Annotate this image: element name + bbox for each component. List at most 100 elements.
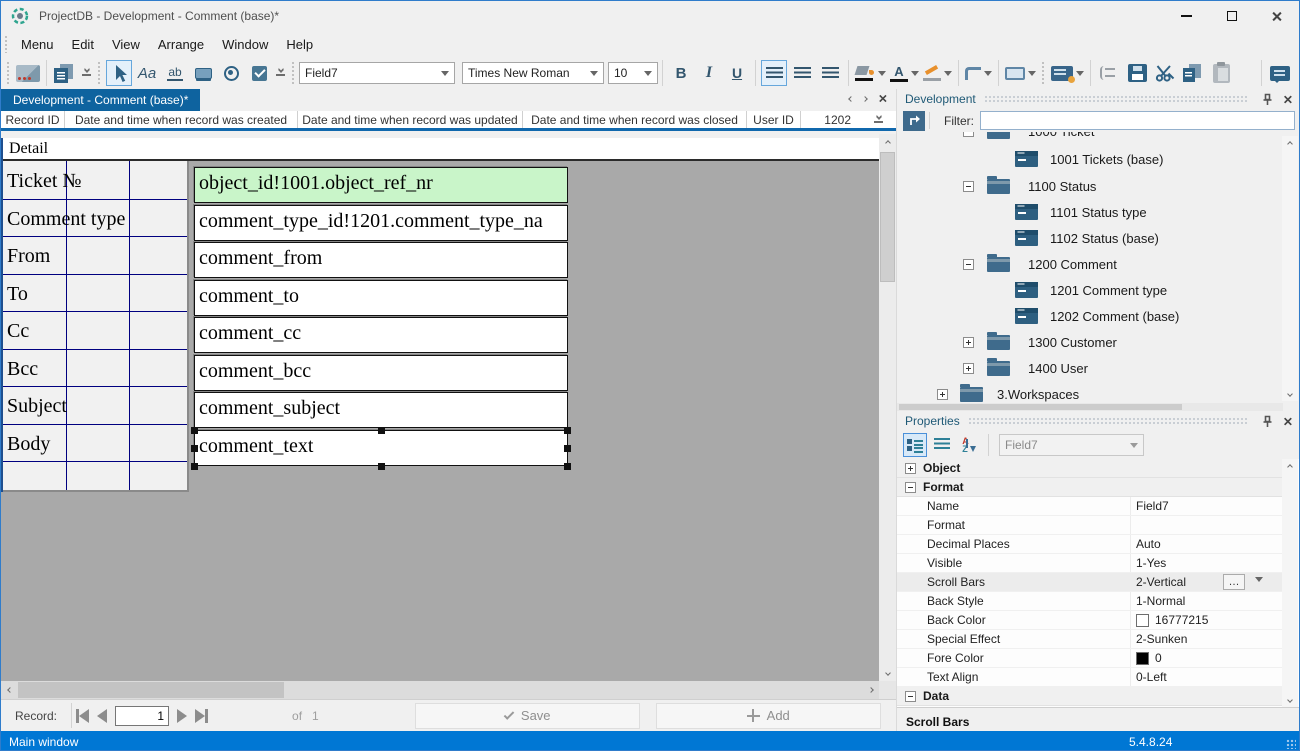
field-control selected-field[interactable]: comment_text	[194, 430, 568, 466]
expand-icon[interactable]	[963, 337, 974, 348]
font-family-combo[interactable]: Times New Roman	[462, 62, 604, 84]
last-record-button[interactable]	[195, 709, 208, 723]
field-label[interactable]: To	[7, 283, 28, 306]
tree-item-3-workspaces[interactable]: 3.Workspaces	[897, 381, 1283, 403]
design-section-header[interactable]: Detail	[3, 138, 879, 161]
collapse-icon[interactable]	[963, 259, 974, 270]
align-center-button[interactable]	[789, 60, 815, 86]
scroll-up-icon[interactable]	[879, 134, 896, 151]
toolbar-overflow-button[interactable]	[273, 70, 288, 76]
resize-grip[interactable]	[1286, 739, 1296, 749]
alphabetical-view-button[interactable]	[930, 433, 954, 457]
fill-color-button[interactable]	[854, 60, 887, 86]
scroll-down-icon[interactable]	[1282, 386, 1298, 401]
scroll-up-icon[interactable]	[1282, 459, 1298, 474]
border-style-button[interactable]	[964, 60, 993, 86]
menu-item-menu[interactable]: Menu	[12, 33, 63, 56]
column-header[interactable]: Date and time when record was created	[65, 111, 298, 128]
form-view-button[interactable]	[1050, 60, 1085, 86]
scrollbar-thumb[interactable]	[880, 152, 895, 282]
scrollbar-thumb[interactable]	[899, 404, 1182, 410]
bold-button[interactable]: B	[668, 60, 694, 86]
scroll-left-icon[interactable]	[1, 681, 18, 699]
categorized-view-button[interactable]	[903, 433, 927, 457]
save-button[interactable]	[1124, 60, 1150, 86]
toolbar-overflow-button[interactable]	[79, 70, 94, 76]
tab-scroll-right-icon[interactable]	[862, 96, 868, 102]
pin-button[interactable]	[1259, 91, 1275, 107]
menu-item-window[interactable]: Window	[213, 33, 277, 56]
selection-handle[interactable]	[378, 463, 385, 470]
copy-button[interactable]	[1180, 60, 1206, 86]
chevron-down-icon[interactable]	[1255, 577, 1263, 582]
collapse-icon[interactable]	[905, 482, 916, 493]
save-record-button[interactable]: Save	[415, 703, 640, 729]
design-horizontal-scrollbar[interactable]	[1, 681, 879, 699]
button-tool-button[interactable]	[190, 60, 216, 86]
maximize-button[interactable]	[1209, 1, 1254, 31]
properties-vertical-scrollbar[interactable]	[1282, 459, 1298, 707]
sort-az-button[interactable]: AZ	[957, 433, 981, 457]
next-record-button[interactable]	[177, 709, 187, 723]
underline-button[interactable]: U	[724, 60, 750, 86]
cut-button[interactable]	[1152, 60, 1178, 86]
minimize-button[interactable]	[1164, 1, 1209, 31]
font-color-button[interactable]: A	[889, 60, 920, 86]
font-size-combo[interactable]: 10	[608, 62, 658, 84]
field-label[interactable]: From	[7, 245, 50, 268]
collapse-icon[interactable]	[905, 691, 916, 702]
tree-item-1000-ticket[interactable]: 1000 Ticket	[897, 132, 1283, 144]
tree-item-1202-comment-base[interactable]: 1202 Comment (base)	[897, 303, 1283, 329]
field-control[interactable]: comment_bcc	[194, 355, 568, 391]
selection-handle[interactable]	[191, 463, 198, 470]
property-group-data[interactable]: Data	[897, 687, 1283, 706]
comments-panel-button[interactable]	[1267, 60, 1293, 86]
expand-icon[interactable]	[937, 389, 948, 400]
collapse-icon[interactable]	[963, 181, 974, 192]
field-control[interactable]: object_id!1001.object_ref_nr	[194, 167, 568, 203]
scrollbar-thumb[interactable]	[18, 682, 284, 698]
property-row-format[interactable]: Format	[897, 516, 1283, 535]
column-overflow-button[interactable]	[861, 111, 896, 128]
tree-horizontal-scrollbar[interactable]	[897, 403, 1283, 411]
tree-item-1200-comment[interactable]: 1200 Comment	[897, 251, 1283, 277]
paste-button[interactable]	[1208, 60, 1234, 86]
first-record-button[interactable]	[76, 709, 89, 723]
tree-vertical-scrollbar[interactable]	[1282, 136, 1298, 401]
property-row-decimal-places[interactable]: Decimal Places Auto	[897, 535, 1283, 554]
property-group-object[interactable]: Object	[897, 459, 1283, 478]
selection-handle[interactable]	[191, 427, 198, 434]
duplicate-view-button[interactable]	[52, 60, 78, 86]
property-row-special-effect[interactable]: Special Effect 2-Sunken	[897, 630, 1283, 649]
expand-icon[interactable]	[905, 463, 916, 474]
field-label[interactable]: Subject	[7, 395, 67, 418]
field-control[interactable]: comment_to	[194, 280, 568, 316]
property-row-back-color[interactable]: Back Color 16777215	[897, 611, 1283, 630]
selection-handle[interactable]	[564, 427, 571, 434]
ellipsis-button[interactable]: …	[1223, 574, 1245, 590]
column-header[interactable]: User ID	[747, 111, 801, 128]
design-vertical-scrollbar[interactable]	[879, 134, 896, 681]
field-control[interactable]: comment_from	[194, 242, 568, 278]
navigate-object-button[interactable]	[903, 111, 925, 131]
radio-tool-button[interactable]	[218, 60, 244, 86]
selection-handle[interactable]	[564, 445, 571, 452]
tree-item-1201-comment-type[interactable]: 1201 Comment type	[897, 277, 1283, 303]
selection-handle[interactable]	[564, 463, 571, 470]
highlight-color-button[interactable]	[922, 60, 953, 86]
close-button[interactable]	[1254, 1, 1299, 31]
column-header[interactable]: Record ID	[1, 111, 65, 128]
scroll-up-icon[interactable]	[1282, 136, 1298, 151]
properties-object-combo[interactable]: Field7	[999, 434, 1144, 456]
property-row-name[interactable]: Name Field7	[897, 497, 1283, 516]
selection-handle[interactable]	[378, 427, 385, 434]
tree-item-1400-user[interactable]: 1400 User	[897, 355, 1283, 381]
menu-item-edit[interactable]: Edit	[63, 33, 103, 56]
expand-icon[interactable]	[963, 363, 974, 374]
label-tool-button[interactable]: Aa	[134, 60, 160, 86]
column-header[interactable]: Date and time when record was updated	[298, 111, 523, 128]
previous-record-button[interactable]	[97, 709, 107, 723]
column-header[interactable]: 1202	[801, 111, 861, 128]
scroll-right-icon[interactable]	[862, 681, 879, 699]
outline-button[interactable]	[1096, 60, 1122, 86]
